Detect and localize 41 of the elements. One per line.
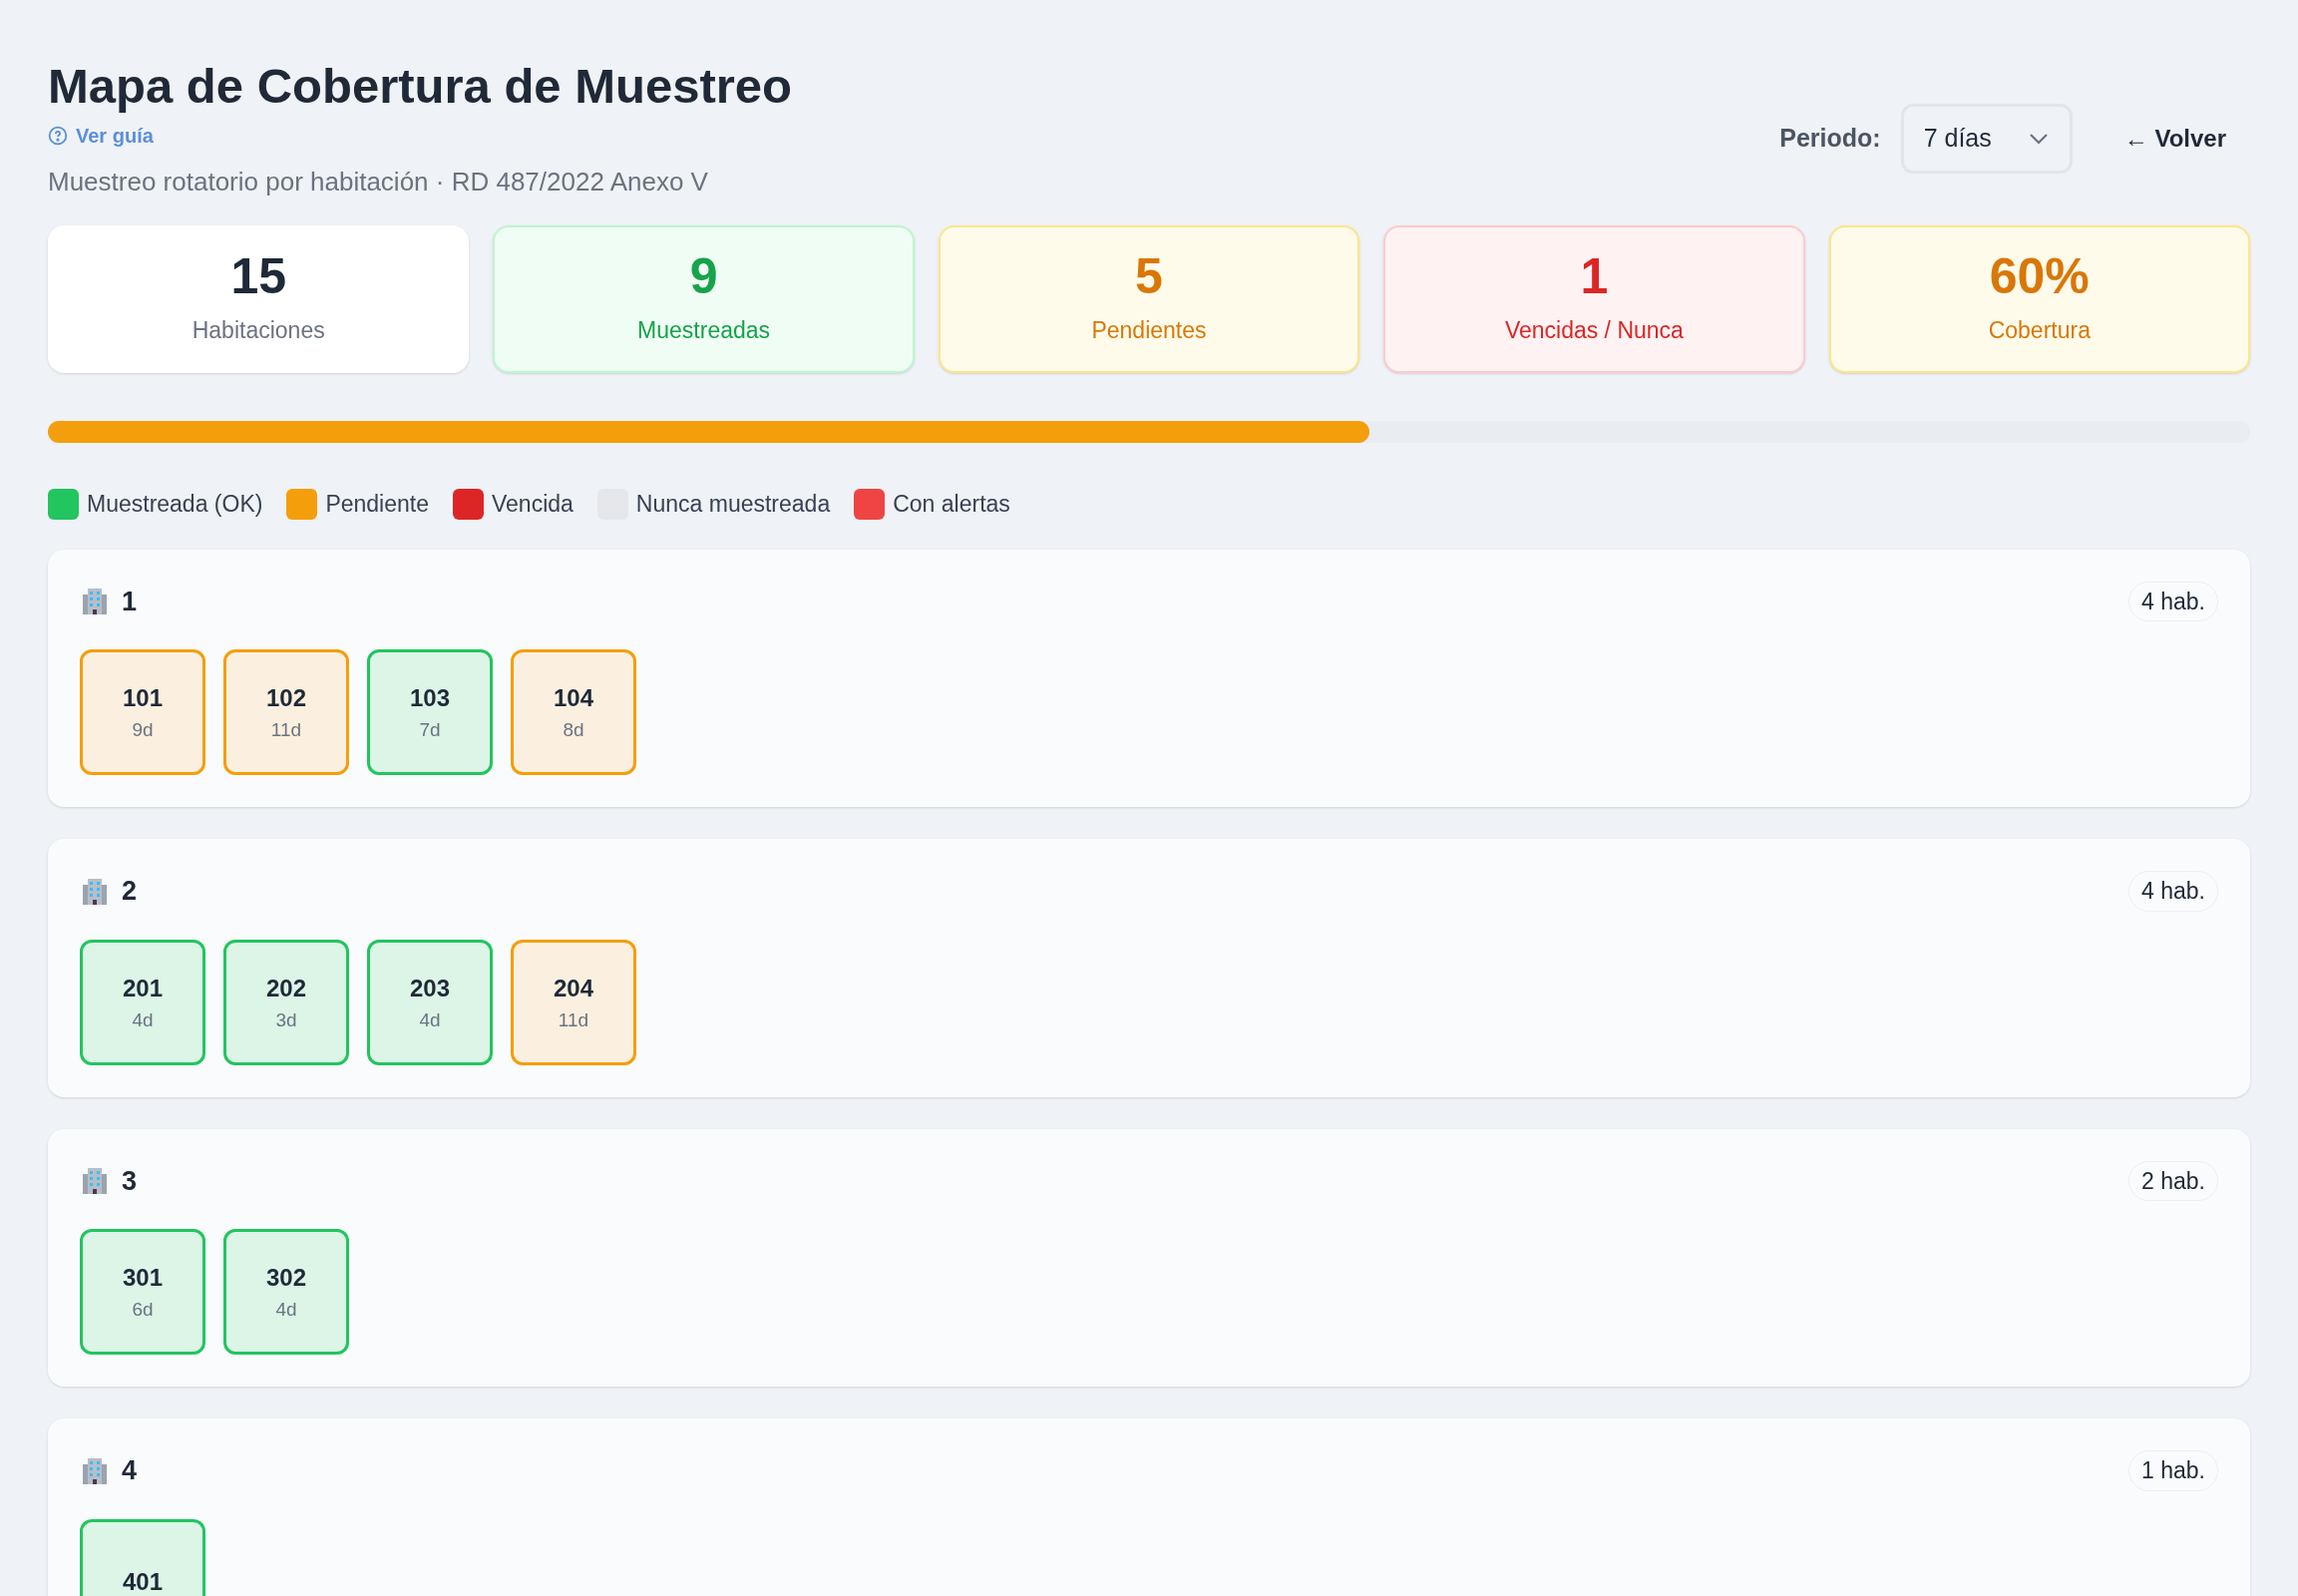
page-title: Mapa de Cobertura de Muestreo xyxy=(48,58,793,115)
stat-label: Muestreadas xyxy=(637,316,771,345)
legend-label: Muestreada (OK) xyxy=(87,490,263,520)
floor-number: 4 xyxy=(122,1454,138,1488)
legend-label: Vencida xyxy=(492,490,574,520)
stat-value: 9 xyxy=(689,251,718,301)
room-tile[interactable]: 302 4d xyxy=(223,1229,349,1356)
stat-value: 60% xyxy=(1989,251,2090,301)
stat-label: Vencidas / Nunca xyxy=(1504,316,1684,345)
room-tile[interactable]: 301 6d xyxy=(80,1229,205,1356)
period-label: Periodo: xyxy=(1779,123,1881,155)
floor-number: 3 xyxy=(122,1164,138,1198)
stat-value: 1 xyxy=(1580,251,1609,301)
building-icon xyxy=(80,876,110,907)
floor-number: 2 xyxy=(122,875,138,909)
building-icon xyxy=(80,1166,110,1196)
building-icon xyxy=(80,1455,110,1486)
chevron-down-icon xyxy=(2027,132,2050,146)
stat-value: 5 xyxy=(1135,251,1163,301)
room-tile[interactable]: 201 4d xyxy=(80,939,205,1065)
floor-number: 1 xyxy=(122,585,138,618)
help-icon xyxy=(48,126,68,147)
stat-label: Cobertura xyxy=(1988,316,2091,345)
page-subtitle: Muestreo rotatorio por habitación · RD 487/2022 Anexo V xyxy=(48,166,709,200)
stat-label: Pendientes xyxy=(1091,316,1207,345)
back-link[interactable]: ← Volver xyxy=(2123,121,2226,157)
room-tile[interactable]: 101 9d xyxy=(80,649,205,776)
room-tile[interactable]: 203 4d xyxy=(367,939,493,1065)
room-tile[interactable]: 204 11d xyxy=(511,939,636,1065)
legend-label: Nunca muestreada xyxy=(635,490,831,520)
stat-label: Habitaciones xyxy=(192,316,325,345)
legend-label: Con alertas xyxy=(893,490,1010,520)
stat-value: 15 xyxy=(230,251,286,301)
building-icon xyxy=(80,587,110,616)
room-tile[interactable]: 102 11d xyxy=(223,649,349,776)
period-select[interactable]: 7 días xyxy=(1900,104,2073,174)
room-tile[interactable]: 401 xyxy=(80,1518,205,1596)
legend-label: Pendiente xyxy=(325,490,429,520)
room-tile[interactable]: 103 7d xyxy=(367,649,493,776)
room-tile[interactable]: 202 3d xyxy=(223,939,349,1065)
room-tile[interactable]: 104 8d xyxy=(511,649,636,776)
